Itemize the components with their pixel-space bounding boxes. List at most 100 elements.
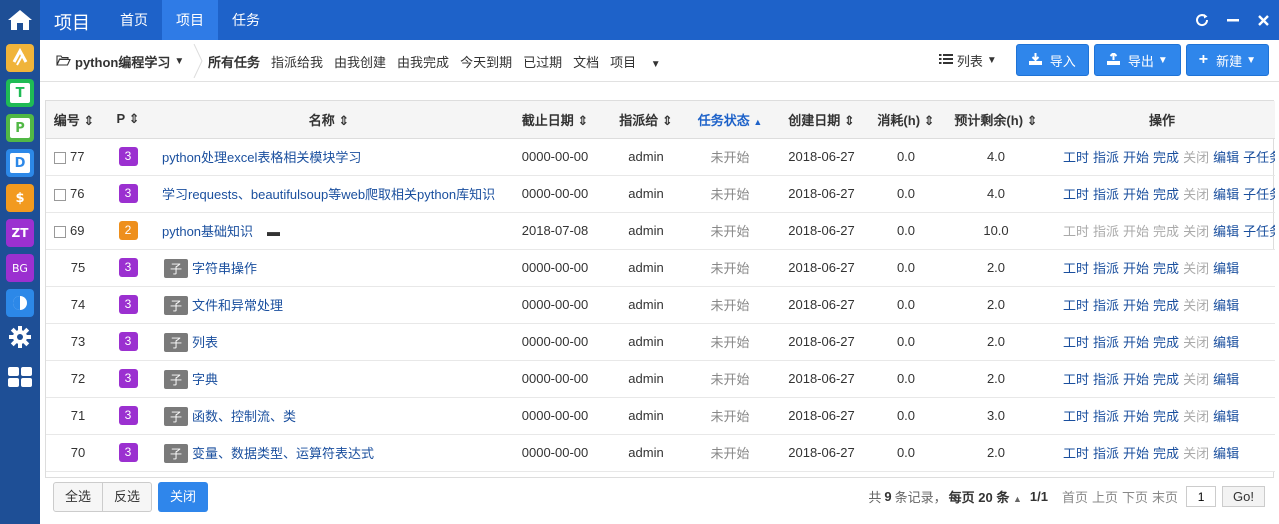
action-close[interactable]: 关闭 <box>1183 335 1209 350</box>
action-close[interactable]: 关闭 <box>1183 409 1209 424</box>
action-start[interactable]: 开始 <box>1123 150 1149 165</box>
app-zt-icon[interactable]: ZT <box>6 219 34 247</box>
filter-assigned-to-me[interactable]: 指派给我 <box>271 52 323 71</box>
filter-overdue[interactable]: 已过期 <box>523 52 562 71</box>
filter-project-menu[interactable]: 项目 ▼ <box>610 52 672 71</box>
batch-close-button[interactable]: 关闭 <box>158 482 209 512</box>
product-selector[interactable]: python编程学习 ▼ <box>56 52 184 71</box>
action-assign[interactable]: 指派 <box>1093 409 1119 424</box>
minimize-icon[interactable] <box>1217 0 1248 40</box>
filter-due-today[interactable]: 今天到期 <box>460 52 512 71</box>
nav-home[interactable]: 首页 <box>106 0 162 40</box>
action-hours[interactable]: 工时 <box>1063 409 1089 424</box>
action-finish[interactable]: 完成 <box>1153 298 1179 313</box>
app-s-icon[interactable] <box>6 44 34 72</box>
action-edit[interactable]: 编辑 <box>1213 335 1239 350</box>
action-finish[interactable]: 完成 <box>1153 187 1179 202</box>
action-edit[interactable]: 编辑 <box>1213 446 1239 461</box>
action-edit[interactable]: 编辑 <box>1213 150 1239 165</box>
action-assign[interactable]: 指派 <box>1093 298 1119 313</box>
action-hours[interactable]: 工时 <box>1063 335 1089 350</box>
col-header-consumed[interactable]: 消耗(h) ⇕ <box>869 101 943 139</box>
col-header-assign[interactable]: 指派给 ⇕ <box>606 101 686 139</box>
first-page-link[interactable]: 首页 <box>1062 487 1088 506</box>
refresh-icon[interactable] <box>1186 0 1217 40</box>
action-edit[interactable]: 编辑 <box>1213 224 1239 239</box>
app-t-icon[interactable]: T <box>6 79 34 107</box>
view-switcher[interactable]: 列表 ▼ <box>938 51 997 70</box>
prev-page-link[interactable]: 上页 <box>1092 487 1118 506</box>
action-edit[interactable]: 编辑 <box>1213 187 1239 202</box>
app-d-icon[interactable]: D <box>6 149 34 177</box>
action-finish[interactable]: 完成 <box>1153 446 1179 461</box>
action-edit[interactable]: 编辑 <box>1213 372 1239 387</box>
task-name[interactable]: 字符串操作 <box>192 261 257 276</box>
action-start[interactable]: 开始 <box>1123 335 1149 350</box>
action-hours[interactable]: 工时 <box>1063 187 1089 202</box>
col-header-status[interactable]: 任务状态 ▲ <box>686 101 774 139</box>
action-edit[interactable]: 编辑 <box>1213 298 1239 313</box>
action-finish[interactable]: 完成 <box>1153 409 1179 424</box>
action-hours[interactable]: 工时 <box>1063 446 1089 461</box>
task-name[interactable]: python处理excel表格相关模块学习 <box>162 150 361 165</box>
action-hours[interactable]: 工时 <box>1063 224 1089 239</box>
app-p-icon[interactable]: P <box>6 114 34 142</box>
action-assign[interactable]: 指派 <box>1093 335 1119 350</box>
app-c-icon[interactable] <box>6 289 34 317</box>
action-start[interactable]: 开始 <box>1123 298 1149 313</box>
action-subtask[interactable]: 子任务 <box>1243 187 1275 202</box>
action-assign[interactable]: 指派 <box>1093 224 1119 239</box>
filter-created-by-me[interactable]: 由我创建 <box>334 52 386 71</box>
home-icon[interactable] <box>0 0 40 40</box>
go-button[interactable]: Go! <box>1222 486 1265 507</box>
next-page-link[interactable]: 下页 <box>1122 487 1148 506</box>
close-icon[interactable] <box>1248 0 1279 40</box>
page-number-input[interactable] <box>1186 486 1217 507</box>
action-hours[interactable]: 工时 <box>1063 261 1089 276</box>
app-dollar-icon[interactable]: $ <box>6 184 34 212</box>
col-header-name[interactable]: 名称 ⇕ <box>154 101 504 139</box>
action-assign[interactable]: 指派 <box>1093 187 1119 202</box>
action-assign[interactable]: 指派 <box>1093 150 1119 165</box>
action-subtask[interactable]: 子任务 <box>1243 150 1275 165</box>
action-close[interactable]: 关闭 <box>1183 150 1209 165</box>
action-finish[interactable]: 完成 <box>1153 261 1179 276</box>
col-header-left[interactable]: 预计剩余(h) ⇕ <box>943 101 1049 139</box>
per-page-selector[interactable]: 每页 20 条 ▲ <box>949 487 1022 506</box>
nav-task[interactable]: 任务 <box>218 0 274 40</box>
action-finish[interactable]: 完成 <box>1153 372 1179 387</box>
action-close[interactable]: 关闭 <box>1183 372 1209 387</box>
action-start[interactable]: 开始 <box>1123 446 1149 461</box>
app-bg-icon[interactable]: BG <box>6 254 34 282</box>
task-name[interactable]: python基础知识 <box>162 224 253 239</box>
row-checkbox[interactable] <box>54 188 66 201</box>
action-assign[interactable]: 指派 <box>1093 372 1119 387</box>
nav-project[interactable]: 项目 <box>162 0 218 40</box>
row-checkbox[interactable] <box>54 151 66 164</box>
action-finish[interactable]: 完成 <box>1153 224 1179 239</box>
new-button[interactable]: + 新建 ▼ <box>1185 44 1269 76</box>
task-name[interactable]: 列表 <box>192 335 218 350</box>
task-name[interactable]: 函数、控制流、类 <box>192 409 296 424</box>
action-edit[interactable]: 编辑 <box>1213 409 1239 424</box>
apps-grid-icon[interactable] <box>0 357 40 397</box>
action-finish[interactable]: 完成 <box>1153 150 1179 165</box>
action-subtask[interactable]: 子任务 <box>1243 224 1275 239</box>
last-page-link[interactable]: 末页 <box>1152 487 1178 506</box>
col-header-pri[interactable]: P ⇕ <box>102 101 154 139</box>
row-checkbox[interactable] <box>54 225 66 238</box>
action-close[interactable]: 关闭 <box>1183 261 1209 276</box>
import-button[interactable]: 导入 <box>1015 44 1089 76</box>
action-finish[interactable]: 完成 <box>1153 335 1179 350</box>
action-assign[interactable]: 指派 <box>1093 261 1119 276</box>
action-start[interactable]: 开始 <box>1123 372 1149 387</box>
col-header-id[interactable]: 编号 ⇕ <box>46 101 102 139</box>
task-name[interactable]: 文件和异常处理 <box>192 298 283 313</box>
export-button[interactable]: 导出 ▼ <box>1093 44 1181 76</box>
col-header-created[interactable]: 创建日期 ⇕ <box>774 101 869 139</box>
action-assign[interactable]: 指派 <box>1093 446 1119 461</box>
invert-selection-button[interactable]: 反选 <box>103 482 153 512</box>
action-start[interactable]: 开始 <box>1123 409 1149 424</box>
col-header-deadline[interactable]: 截止日期 ⇕ <box>504 101 606 139</box>
action-edit[interactable]: 编辑 <box>1213 261 1239 276</box>
